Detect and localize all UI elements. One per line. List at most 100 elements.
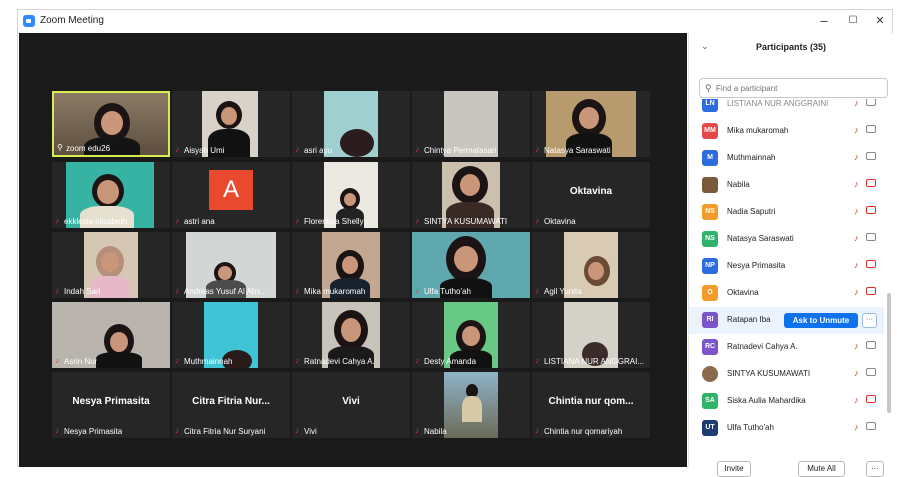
- video-tile[interactable]: ♪ asri ayu: [292, 91, 410, 157]
- tile-name: zoom edu26: [66, 144, 111, 153]
- maximize-button[interactable]: ☐: [843, 13, 863, 29]
- participant-row[interactable]: NP Nesya Primasita ♪: [689, 253, 884, 280]
- video-tile[interactable]: ♪ Muthmainnah: [172, 302, 290, 368]
- participant-row[interactable]: RC Ratnadevi Cahya A. ♪: [689, 334, 884, 361]
- video-tile[interactable]: ♪ ekklesia elisabeth: [52, 162, 170, 228]
- tile-name: Nesya Primasita: [64, 427, 123, 436]
- participant-row-selected[interactable]: RI Ratapan Iba Ask to Unmute ···: [689, 307, 884, 334]
- participant-row[interactable]: LN LISTIANA NUR ANGGRAINI ♪: [689, 99, 884, 118]
- tile-name: Oktavina: [544, 217, 576, 226]
- video-tile[interactable]: ♪ Chintya Permatasari: [412, 91, 530, 157]
- muted-mic-icon: ♪: [535, 356, 539, 365]
- gallery-view: ⚲ zoom edu26 ♪ Aisyah Umi ♪ asri ayu ♪ C…: [19, 33, 687, 467]
- video-icon: [866, 99, 876, 106]
- muted-mic-icon: ♪: [175, 356, 179, 365]
- muted-mic-icon: ♪: [854, 152, 859, 162]
- participant-name: Mika mukaromah: [727, 126, 789, 135]
- video-tile[interactable]: ♪ Agil Yunita: [532, 232, 650, 298]
- muted-mic-icon: ♪: [854, 206, 859, 216]
- close-button[interactable]: ✕: [870, 13, 890, 29]
- muted-mic-icon: ♪: [295, 426, 299, 435]
- scrollbar[interactable]: [887, 293, 891, 413]
- participant-row[interactable]: SINTYA KUSUMAWATI ♪: [689, 361, 884, 388]
- video-icon: [866, 422, 876, 430]
- video-tile[interactable]: Citra Fitria Nur... ♪ Citra Fitria Nur S…: [172, 372, 290, 438]
- tile-name: Asrin Nur: [64, 357, 98, 366]
- tile-center-name: Chintia nur qom...: [548, 396, 634, 407]
- avatar: M: [702, 150, 718, 166]
- muted-mic-icon: ♪: [295, 356, 299, 365]
- muted-mic-icon: ♪: [55, 286, 59, 295]
- video-tile[interactable]: Oktavina ♪ Oktavina: [532, 162, 650, 228]
- muted-mic-icon: ♪: [854, 179, 859, 189]
- participant-row[interactable]: UT Ulfa Tutho'ah ♪: [689, 415, 884, 439]
- muted-mic-icon: ♪: [535, 426, 539, 435]
- video-tile[interactable]: ♪ Mika mukaromah: [292, 232, 410, 298]
- participant-name: Natasya Saraswati: [727, 234, 794, 243]
- video-tile[interactable]: ♪ Andreas Yusuf Al Abs...: [172, 232, 290, 298]
- video-tile[interactable]: ♪ Desty Amanda: [412, 302, 530, 368]
- tile-name: Natasya Saraswati: [544, 146, 611, 155]
- muted-mic-icon: ♪: [854, 368, 859, 378]
- video-tile[interactable]: ♪ Asrin Nur: [52, 302, 170, 368]
- tile-name: Indah Sari: [64, 287, 101, 296]
- participant-row[interactable]: NS Nadia Saputri ♪: [689, 199, 884, 226]
- muted-mic-icon: ♪: [55, 426, 59, 435]
- video-icon: [866, 368, 876, 376]
- participant-row[interactable]: NS Natasya Saraswati ♪: [689, 226, 884, 253]
- more-options-button[interactable]: ···: [866, 461, 884, 477]
- panel-header: ⌄ Participants (35): [689, 33, 893, 61]
- video-icon: [866, 233, 876, 241]
- tile-name: asri ayu: [304, 146, 333, 155]
- participant-list[interactable]: LN LISTIANA NUR ANGGRAINI ♪ MM Mika muka…: [689, 99, 884, 439]
- video-tile[interactable]: ♪ Aisyah Umi: [172, 91, 290, 157]
- video-tile[interactable]: ♪ Florentina Shelly: [292, 162, 410, 228]
- invite-button[interactable]: Invite: [717, 461, 751, 477]
- video-tile[interactable]: ♪ Natasya Saraswati: [532, 91, 650, 157]
- video-tile[interactable]: Chintia nur qom... ♪ Chintia nur qomariy…: [532, 372, 650, 438]
- mute-all-button[interactable]: Mute All: [798, 461, 845, 477]
- muted-mic-icon: ♪: [415, 356, 419, 365]
- participant-row[interactable]: O Oktavina ♪: [689, 280, 884, 307]
- video-tile[interactable]: ♪ Indah Sari: [52, 232, 170, 298]
- window-title: Zoom Meeting: [40, 15, 104, 26]
- search-box[interactable]: ⚲: [699, 78, 888, 98]
- video-tile[interactable]: Nesya Primasita ♪ Nesya Primasita: [52, 372, 170, 438]
- muted-mic-icon: ♪: [854, 99, 859, 108]
- tile-name: Andreas Yusuf Al Abs...: [184, 287, 268, 296]
- participant-name: Ulfa Tutho'ah: [727, 423, 774, 432]
- participant-row[interactable]: MM Mika mukaromah ♪: [689, 118, 884, 145]
- video-tile[interactable]: ♪ Ratnadevi Cahya A.: [292, 302, 410, 368]
- tile-name: Florentina Shelly: [304, 217, 364, 226]
- muted-mic-icon: ♪: [854, 341, 859, 351]
- video-off-icon: [866, 206, 876, 214]
- tile-name: Ulfa Tutho'ah: [424, 287, 471, 296]
- video-tile[interactable]: ♪ SINTYA KUSUMAWATI: [412, 162, 530, 228]
- video-tile[interactable]: ♪ Ulfa Tutho'ah: [412, 232, 530, 298]
- video-tile[interactable]: ♪ LISTIANA NUR ANGGRAI...: [532, 302, 650, 368]
- video-tile[interactable]: A ♪ astri ana: [172, 162, 290, 228]
- tile-name: Ratnadevi Cahya A.: [304, 357, 375, 366]
- participant-more-button[interactable]: ···: [862, 313, 877, 328]
- video-tile[interactable]: ⚲ zoom edu26: [52, 91, 170, 157]
- video-tile[interactable]: Vivi ♪ Vivi: [292, 372, 410, 438]
- search-icon: ⚲: [705, 83, 712, 93]
- zoom-app-icon: [23, 15, 35, 27]
- ask-to-unmute-button[interactable]: Ask to Unmute: [784, 313, 858, 328]
- tile-name: Desty Amanda: [424, 357, 477, 366]
- video-off-icon: [866, 395, 876, 403]
- minimize-button[interactable]: –: [814, 13, 834, 29]
- video-tile[interactable]: ♪ Nabila: [412, 372, 530, 438]
- participant-row[interactable]: M Muthmainnah ♪: [689, 145, 884, 172]
- participant-row[interactable]: Nabila ♪: [689, 172, 884, 199]
- avatar: [702, 177, 718, 193]
- participant-row[interactable]: SA Siska Aulia Mahardika ♪: [689, 388, 884, 415]
- search-input[interactable]: [716, 81, 881, 95]
- participant-name: Oktavina: [727, 288, 759, 297]
- avatar: NP: [702, 258, 718, 274]
- muted-mic-icon: ♪: [854, 125, 859, 135]
- tile-name: Chintia nur qomariyah: [544, 427, 623, 436]
- video-off-icon: [866, 179, 876, 187]
- participant-name: Ratnadevi Cahya A.: [727, 342, 798, 351]
- avatar: LN: [702, 99, 718, 112]
